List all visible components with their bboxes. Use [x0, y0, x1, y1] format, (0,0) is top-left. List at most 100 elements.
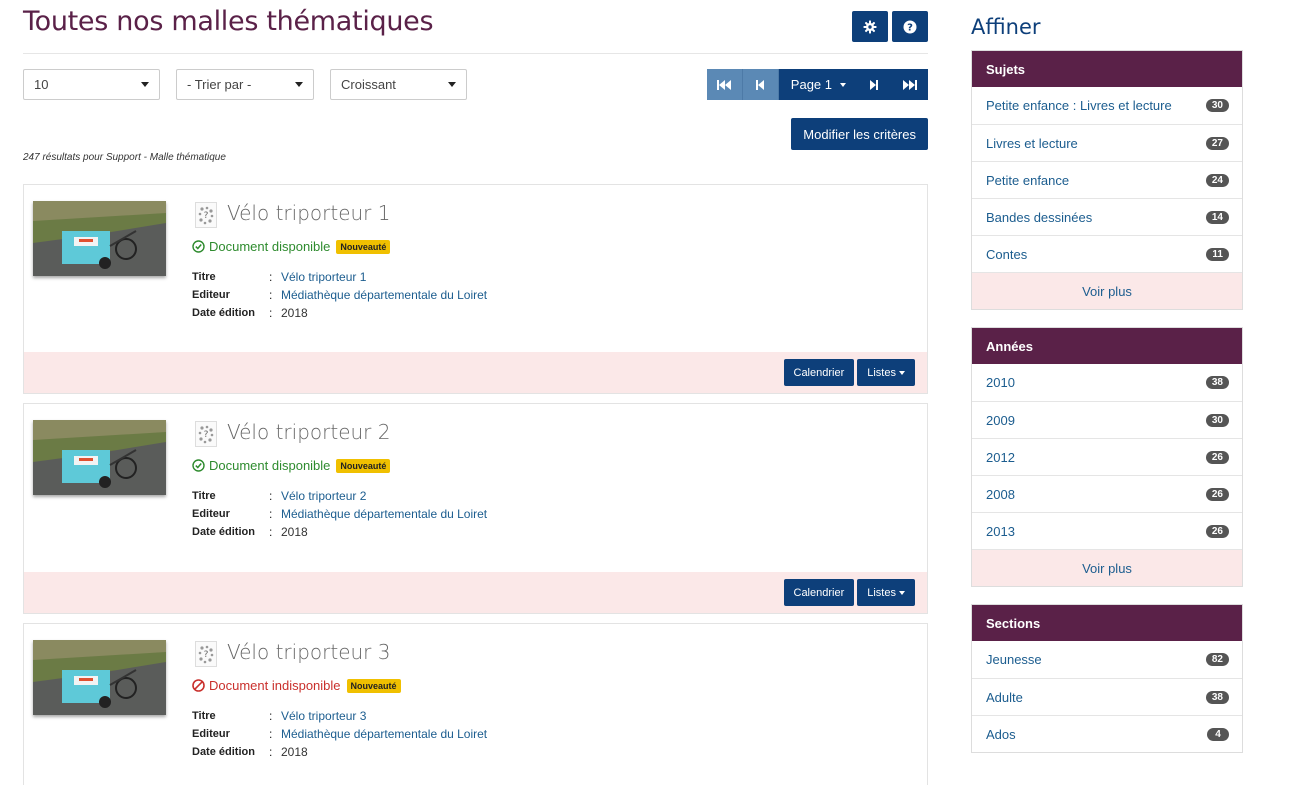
chevron-down-icon [448, 82, 456, 87]
facet-item-label: Jeunesse [986, 652, 1042, 667]
facet-item-label: 2010 [986, 375, 1015, 390]
publication-date: 2018 [281, 306, 308, 320]
facet-item[interactable]: 2013 26 [972, 512, 1242, 549]
facet-subjects: Sujets Petite enfance : Livres et lectur… [971, 50, 1243, 310]
chevron-down-icon [141, 82, 149, 87]
publication-date: 2018 [281, 525, 308, 539]
field-label: Date édition [192, 746, 255, 758]
facet-item[interactable]: 2012 26 [972, 438, 1242, 475]
availability-status: Document indisponible Nouveauté [192, 678, 401, 693]
facet-item[interactable]: Adulte 38 [972, 678, 1242, 715]
result-actions-bar: Calendrier Listes [24, 572, 927, 613]
facet-count-badge: 26 [1205, 450, 1229, 464]
facet-item[interactable]: Petite enfance 24 [972, 161, 1242, 198]
facet-item-label: Petite enfance [986, 172, 1070, 188]
title-divider [23, 53, 928, 54]
facet-sections: Sections Jeunesse 82 Adulte 38 Ados 4 [971, 604, 1243, 753]
current-page-label: Page 1 [790, 77, 832, 92]
result-actions-bar: Calendrier Listes [24, 352, 927, 393]
lists-label: Listes [867, 366, 896, 379]
next-page-button[interactable] [856, 69, 892, 100]
facet-item[interactable]: 2010 38 [972, 364, 1242, 401]
field-label: Editeur [192, 508, 230, 520]
facet-item[interactable]: Jeunesse 82 [972, 641, 1242, 678]
question-circle-icon: ? [903, 20, 917, 33]
page-tools: ? [852, 11, 928, 42]
result-title[interactable]: Vélo triporteur 2 [227, 420, 391, 444]
pagination: Page 1 [706, 69, 928, 100]
facet-item[interactable]: Petite enfance : Livres et lecture 30 [972, 87, 1242, 124]
field-label: Date édition [192, 307, 255, 319]
facet-item-label: Adulte [986, 689, 1023, 705]
facet-item[interactable]: Livres et lecture 27 [972, 124, 1242, 161]
facet-count-badge: 11 [1206, 247, 1229, 261]
publisher-link[interactable]: Médiathèque départementale du Loiret [281, 288, 487, 302]
gear-icon [863, 20, 877, 33]
calendar-button[interactable]: Calendrier [783, 359, 855, 386]
see-more-button[interactable]: Voir plus [972, 272, 1242, 309]
first-page-button[interactable] [706, 69, 743, 100]
lists-button[interactable]: Listes [857, 579, 915, 606]
new-badge: Nouveauté [346, 678, 401, 693]
previous-page-button[interactable] [742, 69, 779, 100]
facet-item[interactable]: Contes 11 [972, 235, 1242, 272]
result-card: ? Vélo triporteur 2 Document disponible … [23, 403, 928, 614]
page-select[interactable]: Page 1 [778, 69, 856, 100]
svg-text:?: ? [204, 211, 209, 221]
facet-item[interactable]: Ados 4 [972, 715, 1242, 752]
calendar-button[interactable]: Calendrier [783, 579, 855, 606]
last-page-button[interactable] [892, 69, 928, 100]
facet-count-badge: 82 [1205, 653, 1229, 666]
svg-text:?: ? [204, 650, 209, 660]
chevron-down-icon [295, 82, 303, 87]
title-link[interactable]: Vélo triporteur 3 [281, 709, 366, 723]
facet-header: Sections [972, 605, 1242, 641]
sort-by-value: - Trier par - [187, 77, 252, 92]
result-metadata: Titre: Vélo triporteur 3 Editeur: Médiathè… [192, 709, 488, 759]
result-thumbnail[interactable] [33, 201, 166, 276]
facet-item-label: 2009 [986, 412, 1015, 428]
publisher-link[interactable]: Médiathèque départementale du Loiret [281, 727, 487, 741]
publication-date: 2018 [281, 745, 308, 759]
result-metadata: Titre: Vélo triporteur 2 Editeur: Médiathè… [192, 489, 488, 539]
facet-header: Années [972, 328, 1242, 364]
facet-item-label: 2013 [986, 523, 1015, 539]
sort-order-select[interactable]: Croissant [330, 69, 467, 100]
cargo-bike-photo [33, 640, 166, 715]
result-card: ? Vélo triporteur 3 Document indisponibl… [23, 623, 928, 785]
see-more-button[interactable]: Voir plus [972, 549, 1242, 586]
svg-text:?: ? [204, 430, 209, 440]
sort-by-select[interactable]: - Trier par - [176, 69, 314, 100]
step-backward-icon [756, 79, 765, 90]
sidebar-title: Affiner [971, 15, 1041, 39]
lists-button[interactable]: Listes [857, 359, 915, 386]
result-title[interactable]: Vélo triporteur 3 [227, 640, 391, 664]
result-thumbnail[interactable] [33, 420, 166, 495]
title-link[interactable]: Vélo triporteur 1 [281, 270, 366, 284]
facet-count-badge: 27 [1205, 136, 1229, 150]
publisher-link[interactable]: Médiathèque départementale du Loiret [281, 507, 487, 521]
facet-item[interactable]: 2009 30 [972, 401, 1242, 438]
chevron-down-icon [840, 82, 846, 87]
settings-button[interactable] [852, 11, 888, 42]
per-page-select[interactable]: 10 [23, 69, 160, 100]
skip-backward-icon [717, 79, 732, 90]
cargo-bike-photo [33, 420, 166, 495]
result-title[interactable]: Vélo triporteur 1 [227, 201, 391, 225]
cargo-bike-photo [33, 201, 166, 276]
document-type-icon: ? [195, 641, 217, 667]
title-link[interactable]: Vélo triporteur 2 [281, 489, 366, 503]
availability-status: Document disponible Nouveauté [192, 239, 391, 254]
facet-item[interactable]: 2008 26 [972, 475, 1242, 512]
field-label: Editeur [192, 728, 230, 740]
facet-years: Années 2010 38 2009 30 2012 26 2008 26 2013 2… [971, 327, 1243, 587]
result-thumbnail[interactable] [33, 640, 166, 715]
help-button[interactable]: ? [892, 11, 928, 42]
field-label: Titre [192, 271, 216, 283]
chevron-down-icon [899, 370, 905, 375]
chevron-down-icon [899, 590, 905, 595]
field-label: Titre [192, 710, 216, 722]
facet-item[interactable]: Bandes dessinées 14 [972, 198, 1242, 235]
check-circle-icon [192, 240, 205, 253]
modify-criteria-button[interactable]: Modifier les critères [791, 118, 928, 150]
